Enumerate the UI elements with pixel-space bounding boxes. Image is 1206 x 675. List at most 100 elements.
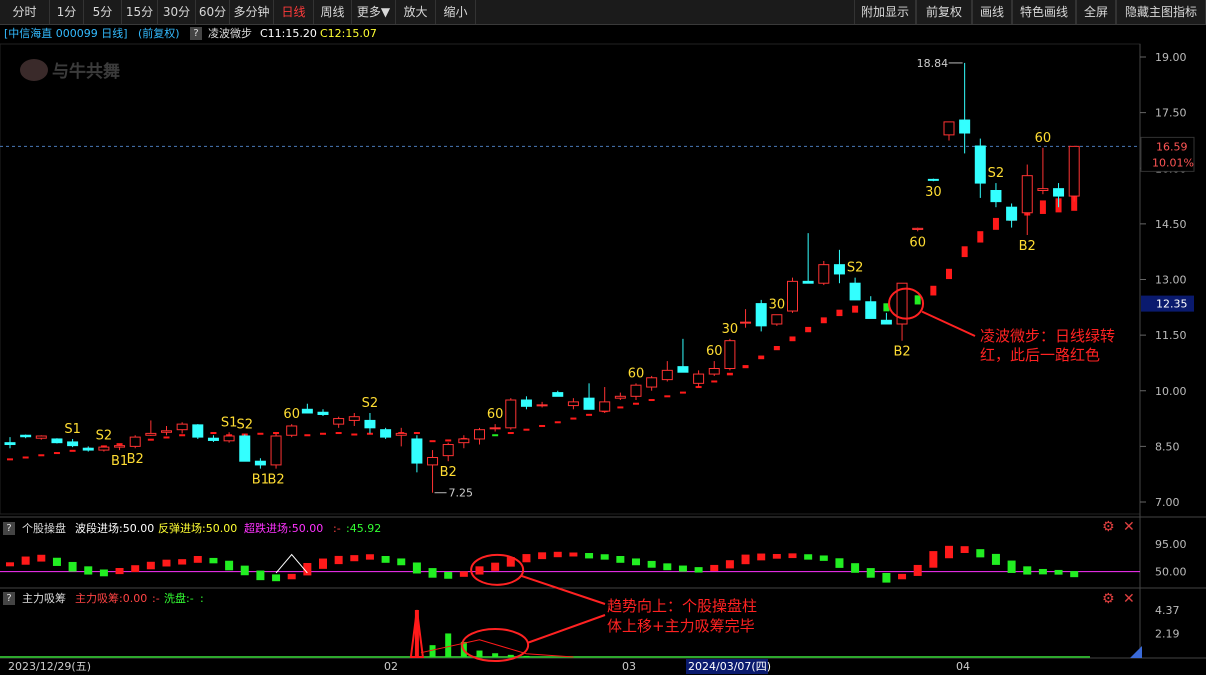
oscillator-bar xyxy=(1023,566,1032,575)
candle-body xyxy=(740,321,752,324)
oscillator-bar xyxy=(694,567,703,573)
close-icon[interactable]: ✕ xyxy=(1123,519,1135,535)
candle-body xyxy=(677,366,689,373)
low-price-label: 7.25 xyxy=(449,487,474,500)
adjust-mode[interactable]: (前复权) xyxy=(138,25,180,43)
oscillator-bar xyxy=(1007,560,1016,573)
panel1-cd: 超跌进场:50.00 xyxy=(244,522,324,535)
candle-body xyxy=(536,404,548,407)
signal-label: S2 xyxy=(847,261,864,276)
signal-label: B2 xyxy=(267,473,284,488)
candle-body xyxy=(474,429,485,440)
oscillator-bar xyxy=(866,568,875,578)
gear-icon[interactable]: ⚙ xyxy=(1102,591,1115,607)
stock-title[interactable]: [中信海直 000099 日线] xyxy=(4,25,128,43)
oscillator-bar xyxy=(788,553,797,559)
main-plot-frame xyxy=(0,43,1141,515)
signal-label: S2 xyxy=(988,166,1005,181)
candle-body xyxy=(1037,188,1049,191)
trail-dot xyxy=(1039,200,1046,214)
candle-body xyxy=(301,408,313,414)
oscillator-bar xyxy=(115,568,124,575)
trail-dot xyxy=(38,454,45,457)
candle-body xyxy=(67,441,79,447)
gear-icon[interactable]: ⚙ xyxy=(1102,519,1115,535)
candle-body xyxy=(35,435,47,439)
signal-label: 30 xyxy=(769,298,786,313)
period-button-0[interactable]: 分时 xyxy=(0,0,50,24)
toolbar-right-button-3[interactable]: 特色画线 xyxy=(1012,0,1076,24)
main-bar xyxy=(414,610,419,657)
period-button-7[interactable]: 日线 xyxy=(274,0,314,24)
trail-dot xyxy=(69,449,76,452)
trail-dot xyxy=(648,399,655,402)
signal-label: S2 xyxy=(96,429,113,444)
candle-body xyxy=(1053,188,1065,197)
toolbar-right-button-1[interactable]: 前复权 xyxy=(916,0,972,24)
candle-body xyxy=(458,438,470,444)
annotation-text: 红，此后一路红色 xyxy=(980,346,1100,364)
trail-dot xyxy=(429,440,436,443)
period-button-1[interactable]: 1分 xyxy=(50,0,84,24)
high-price-label: 18.84 xyxy=(917,57,949,70)
main-bar xyxy=(523,655,530,657)
trail-dot xyxy=(726,372,733,376)
oscillator-bar xyxy=(647,560,656,568)
candle-body xyxy=(98,446,110,451)
signal-label: S1 xyxy=(221,415,238,430)
oscillator-bar xyxy=(131,565,140,572)
oscillator-bar xyxy=(991,553,1000,565)
panel2-name[interactable]: 主力吸筹 xyxy=(22,590,66,607)
oscillator-bar xyxy=(913,564,922,576)
candle-body xyxy=(724,340,736,369)
toolbar-right-button-0[interactable]: 附加显示 xyxy=(854,0,916,24)
kline-chart[interactable]: 19.0017.5016.0014.5013.0011.5010.008.507… xyxy=(0,0,1206,675)
candle-body xyxy=(270,435,282,466)
signal-label: 60 xyxy=(1035,131,1052,146)
help-icon[interactable]: ? xyxy=(3,592,15,605)
trail-dot xyxy=(554,421,561,424)
toolbar-right-button-2[interactable]: 画线 xyxy=(972,0,1012,24)
period-button-3[interactable]: 15分 xyxy=(122,0,158,24)
trail-dot xyxy=(586,413,593,416)
price-tick-label: 14.50 xyxy=(1155,218,1187,231)
watermark-logo xyxy=(20,59,48,81)
candle-body xyxy=(411,438,423,464)
oscillator-bar xyxy=(6,562,14,567)
period-button-5[interactable]: 60分 xyxy=(196,0,230,24)
toolbar-right-button-5[interactable]: 隐藏主图指标 xyxy=(1116,0,1206,24)
help-icon[interactable]: ? xyxy=(190,27,202,40)
panel1-extra: :- xyxy=(333,522,341,535)
period-button-11[interactable]: 缩小 xyxy=(436,0,476,24)
help-icon[interactable]: ? xyxy=(3,522,15,535)
price-tick-label: 11.50 xyxy=(1155,329,1187,342)
signal-label: B2 xyxy=(127,452,144,467)
candle-body xyxy=(787,280,798,312)
candle-body xyxy=(912,227,924,230)
indicator-name[interactable]: 凌波微步 xyxy=(208,25,252,43)
candle-body xyxy=(833,264,845,275)
panel1-name[interactable]: 个股操盘 xyxy=(22,520,66,537)
close-icon[interactable]: ✕ xyxy=(1123,591,1135,607)
candle-body xyxy=(974,145,986,184)
period-button-8[interactable]: 周线 xyxy=(314,0,352,24)
toolbar-right-button-4[interactable]: 全屏 xyxy=(1076,0,1116,24)
period-button-2[interactable]: 5分 xyxy=(84,0,122,24)
oscillator-bar xyxy=(412,562,421,574)
signal-label: 30 xyxy=(722,322,739,337)
oscillator-bar xyxy=(678,565,687,572)
period-button-4[interactable]: 30分 xyxy=(158,0,196,24)
date-label: 03 xyxy=(622,660,636,673)
candle-body xyxy=(286,425,298,436)
trail-dot xyxy=(930,285,937,296)
candle-body xyxy=(192,424,204,438)
period-button-10[interactable]: 放大 xyxy=(396,0,436,24)
candle-body xyxy=(489,427,501,430)
oscillator-bar xyxy=(272,574,281,582)
candle-body xyxy=(990,190,1002,203)
signal-label: 60 xyxy=(283,407,300,422)
period-button-6[interactable]: 多分钟 xyxy=(230,0,274,24)
trail-dot xyxy=(914,295,921,305)
period-button-9[interactable]: 更多▼ xyxy=(352,0,396,24)
candle-body xyxy=(161,430,172,433)
